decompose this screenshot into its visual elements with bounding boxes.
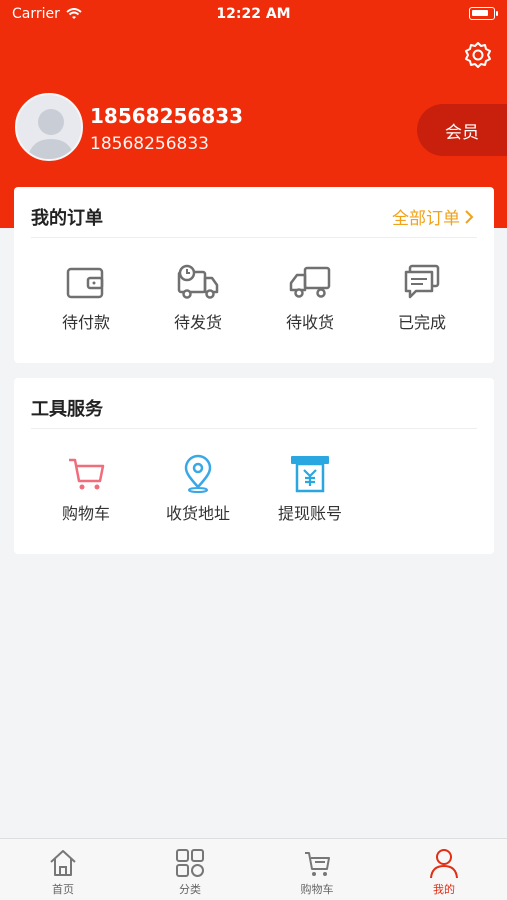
tab-bar: 首页 分类 购物车 我的: [0, 838, 507, 900]
chevron-right-icon: [465, 209, 474, 224]
order-pending-receipt[interactable]: 待收货: [254, 263, 366, 333]
user-phone: 18568256833: [90, 134, 209, 154]
tab-label: 购物车: [300, 883, 334, 896]
tool-label: 提现账号: [277, 504, 342, 523]
status-time: 12:22 AM: [216, 6, 291, 22]
tools-title: 工具服务: [31, 399, 103, 420]
member-button[interactable]: 会员: [417, 104, 507, 156]
divider: [31, 428, 477, 429]
grid-icon: [176, 849, 204, 877]
order-pending-shipment[interactable]: 待发货: [142, 263, 254, 333]
tool-withdraw-account[interactable]: 提现账号: [254, 454, 366, 524]
orders-title: 我的订单: [31, 208, 103, 229]
wallet-icon: [66, 267, 104, 299]
tab-label: 首页: [52, 883, 74, 896]
battery-icon: [469, 7, 498, 20]
all-orders-link[interactable]: 全部订单: [392, 204, 474, 229]
tool-label: 购物车: [61, 504, 110, 523]
order-completed[interactable]: 已完成: [366, 263, 478, 333]
tab-label: 分类: [179, 883, 201, 896]
user-name: 18568256833: [90, 104, 244, 128]
tool-label: 收货地址: [165, 504, 230, 523]
tab-cart[interactable]: 购物车: [254, 847, 380, 897]
tool-address[interactable]: 收货地址: [142, 454, 254, 524]
chat-bubbles-icon: [404, 264, 440, 299]
tab-mine[interactable]: 我的: [381, 847, 507, 897]
order-label: 待付款: [61, 313, 110, 332]
tools-card: 工具服务 购物车 收货地址 提现账号: [14, 378, 494, 554]
location-pin-icon: [184, 454, 212, 493]
all-orders-label: 全部订单: [392, 209, 460, 229]
status-bar: Carrier 12:22 AM: [0, 0, 507, 30]
tool-cart[interactable]: 购物车: [30, 454, 142, 524]
order-label: 已完成: [397, 313, 446, 332]
gear-icon[interactable]: [463, 40, 493, 70]
divider: [31, 237, 477, 238]
truck-clock-icon: [177, 264, 219, 299]
home-icon: [50, 850, 76, 876]
cart-icon: [69, 458, 105, 490]
order-label: 待收货: [285, 313, 334, 332]
tab-home[interactable]: 首页: [0, 847, 126, 897]
orders-card: 我的订单 全部订单 待付款 待发货 待收货 已完成: [14, 187, 494, 363]
tab-label: 我的: [433, 883, 455, 896]
delivery-truck-icon: [289, 266, 331, 298]
cart-icon: [305, 852, 330, 876]
person-icon: [430, 849, 458, 879]
atm-yuan-icon: [291, 456, 329, 493]
order-pending-payment[interactable]: 待付款: [30, 263, 142, 333]
tab-category[interactable]: 分类: [127, 847, 253, 897]
order-label: 待发货: [173, 313, 222, 332]
avatar[interactable]: [15, 93, 83, 161]
